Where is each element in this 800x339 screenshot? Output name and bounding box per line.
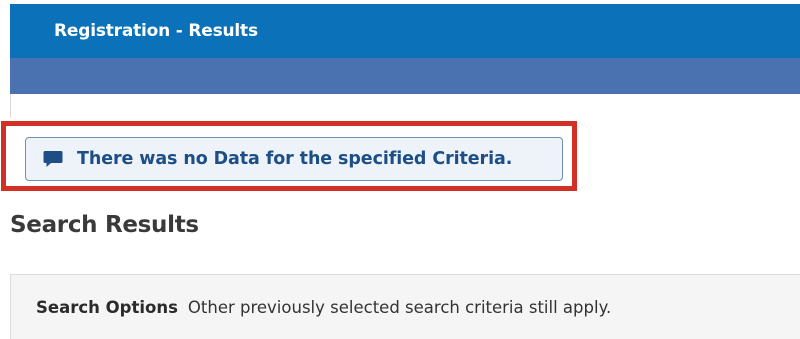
search-options-label: Search Options	[36, 297, 178, 317]
search-options-panel: Search Options Other previously selected…	[10, 274, 800, 339]
comment-icon	[43, 150, 63, 168]
no-data-alert: There was no Data for the specified Crit…	[25, 137, 563, 181]
sub-header-bar	[10, 58, 800, 94]
header-bar: Registration - Results	[10, 4, 800, 58]
alert-message: There was no Data for the specified Crit…	[77, 149, 513, 169]
page: Registration - Results There was no Data…	[0, 0, 800, 339]
divider	[10, 94, 11, 118]
search-results-heading: Search Results	[10, 212, 199, 238]
page-title: Registration - Results	[54, 21, 258, 41]
search-options-text: Other previously selected search criteri…	[187, 297, 612, 317]
